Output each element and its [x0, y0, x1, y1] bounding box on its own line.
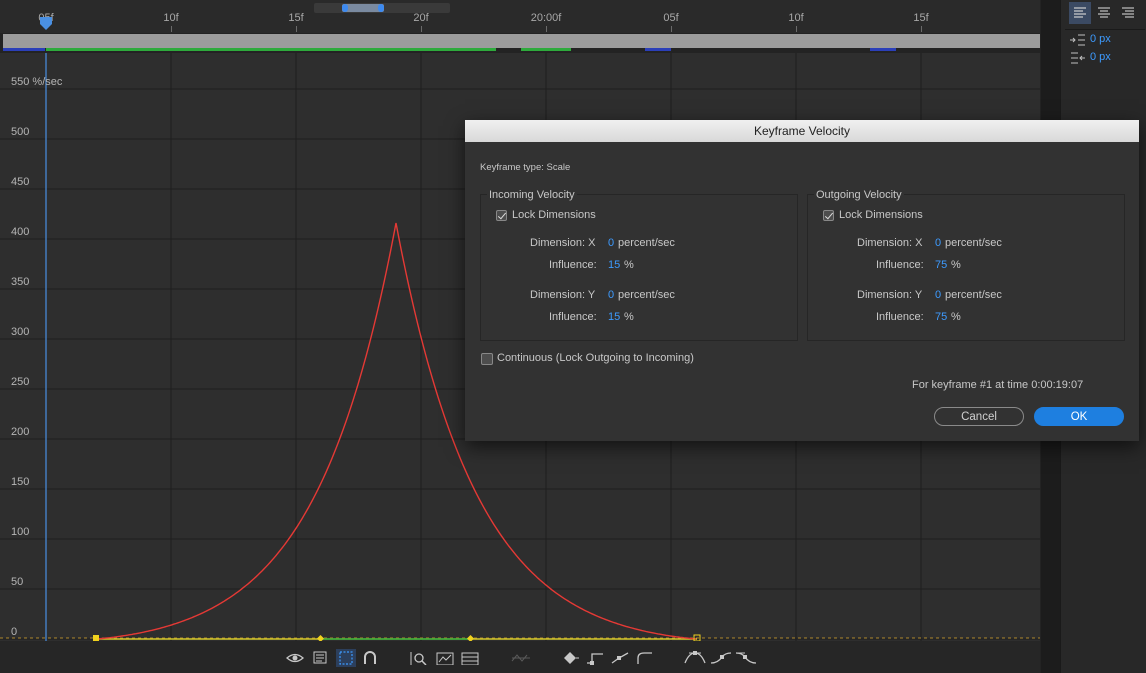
auto-bezier-icon[interactable] — [636, 651, 654, 665]
y-axis-label: 450 — [11, 176, 30, 188]
ruler-label: 10f — [788, 12, 804, 24]
ruler-label: 10f — [163, 12, 179, 24]
outgoing-velocity-title: Outgoing Velocity — [814, 189, 904, 201]
time-ruler[interactable]: 05f 10f 15f 20f 20:00f 05f 10f 15f — [0, 0, 1040, 33]
ruler-label: 20f — [413, 12, 429, 24]
y-axis-label: 250 — [11, 376, 30, 388]
outgoing-lock-dimensions-checkbox[interactable] — [823, 210, 834, 221]
ruler-tick — [171, 26, 172, 32]
outgoing-dim-x-unit: percent/sec — [945, 237, 1002, 249]
outgoing-influence-y-value[interactable]: 75 — [935, 311, 947, 323]
y-axis-label: 350 — [11, 276, 30, 288]
incoming-influence-x-unit: % — [624, 259, 634, 271]
y-axis-label: 0 — [11, 626, 18, 638]
keyframe-info: For keyframe #1 at time 0:00:19:07 — [912, 379, 1084, 391]
indent-before-value[interactable]: 0 px — [1090, 33, 1111, 45]
cancel-button[interactable]: Cancel — [934, 407, 1024, 426]
time-navigator-handle[interactable] — [342, 4, 384, 12]
y-axis-label: 100 — [11, 526, 30, 538]
outgoing-dim-y-label: Dimension: Y — [857, 289, 923, 301]
transform-box-icon[interactable] — [336, 649, 356, 667]
align-left-button[interactable] — [1069, 2, 1091, 24]
incoming-velocity-title: Incoming Velocity — [487, 189, 577, 201]
outgoing-influence-x-value[interactable]: 75 — [935, 259, 947, 271]
incoming-dim-x-value[interactable]: 0 — [608, 237, 614, 249]
lane-green — [46, 48, 496, 51]
panel-separator — [1065, 29, 1145, 30]
ruler-tick — [671, 26, 672, 32]
outgoing-influence-x-unit: % — [951, 259, 961, 271]
incoming-influence-y-unit: % — [624, 311, 634, 323]
navigator-end-handle[interactable] — [378, 4, 384, 12]
ruler-label: 05f — [663, 12, 679, 24]
hold-keyframe-icon[interactable] — [586, 651, 604, 665]
outgoing-dim-y-unit: percent/sec — [945, 289, 1002, 301]
fit-selection-icon[interactable] — [409, 651, 429, 665]
y-axis-label: 200 — [11, 426, 30, 438]
y-axis-label: 550 %/sec — [11, 76, 63, 88]
linear-keyframe-icon[interactable] — [611, 651, 629, 665]
outgoing-dim-x-value[interactable]: 0 — [935, 237, 941, 249]
easy-ease-icon[interactable] — [684, 651, 706, 665]
keyframe-velocity-dialog: Keyframe Velocity Keyframe type: Scale I… — [465, 120, 1139, 441]
incoming-dim-x-label: Dimension: X — [530, 237, 596, 249]
y-axis-label: 400 — [11, 226, 30, 238]
outgoing-influence-y-unit: % — [951, 311, 961, 323]
ease-in-icon[interactable] — [710, 651, 732, 665]
ok-button[interactable]: OK — [1034, 407, 1124, 426]
playhead-marker-icon[interactable] — [39, 16, 53, 32]
outgoing-dim-y-value[interactable]: 0 — [935, 289, 941, 301]
lane-blue — [3, 48, 45, 51]
ruler-tick — [296, 26, 297, 32]
incoming-influence-x-value[interactable]: 15 — [608, 259, 620, 271]
ruler-tick — [421, 26, 422, 32]
graph-editor-toolbar — [0, 641, 1040, 673]
ruler-label: 15f — [913, 12, 929, 24]
lane-blue — [645, 48, 671, 51]
ruler-tick — [796, 26, 797, 32]
outgoing-influence-y-label: Influence: — [876, 311, 924, 323]
keyframe-type-label: Keyframe type: Scale — [480, 162, 571, 173]
ruler-label: 15f — [288, 12, 304, 24]
y-axis-label: 500 — [11, 126, 30, 138]
eye-icon[interactable] — [286, 651, 304, 665]
y-axis-label: 150 — [11, 476, 30, 488]
zoom-fit-icon[interactable] — [461, 651, 479, 665]
indent-after-icon — [1069, 51, 1087, 65]
ruler-tick — [921, 26, 922, 32]
incoming-lock-dimensions-checkbox[interactable] — [496, 210, 507, 221]
indent-after-value[interactable]: 0 px — [1090, 51, 1111, 63]
outgoing-lock-dimensions-label[interactable]: Lock Dimensions — [839, 209, 923, 221]
continuous-label[interactable]: Continuous (Lock Outgoing to Incoming) — [497, 352, 694, 364]
outgoing-influence-x-label: Influence: — [876, 259, 924, 271]
y-axis-label: 300 — [11, 326, 30, 338]
lane-blue — [870, 48, 896, 51]
incoming-dim-x-unit: percent/sec — [618, 237, 675, 249]
snap-icon[interactable] — [362, 651, 378, 665]
incoming-influence-x-label: Influence: — [549, 259, 597, 271]
incoming-lock-dimensions-label[interactable]: Lock Dimensions — [512, 209, 596, 221]
ease-out-icon[interactable] — [735, 651, 757, 665]
ruler-tick — [546, 26, 547, 32]
navigator-start-handle[interactable] — [342, 4, 348, 12]
incoming-influence-y-label: Influence: — [549, 311, 597, 323]
keyframe-diamond-icon[interactable] — [563, 651, 579, 665]
lane-green — [521, 48, 571, 51]
indent-before-icon — [1069, 33, 1087, 47]
incoming-dim-y-value[interactable]: 0 — [608, 289, 614, 301]
incoming-dim-y-label: Dimension: Y — [530, 289, 596, 301]
align-right-button[interactable] — [1117, 2, 1139, 24]
graph-options-icon[interactable] — [313, 651, 329, 665]
incoming-dim-y-unit: percent/sec — [618, 289, 675, 301]
y-axis-label: 50 — [11, 576, 24, 588]
outgoing-dim-x-label: Dimension: X — [857, 237, 923, 249]
work-area-bar[interactable] — [3, 34, 1040, 48]
align-center-button[interactable] — [1093, 2, 1115, 24]
dialog-title[interactable]: Keyframe Velocity — [465, 120, 1139, 142]
incoming-influence-y-value[interactable]: 15 — [608, 311, 620, 323]
ruler-label: 20:00f — [530, 12, 562, 24]
fit-all-icon[interactable] — [436, 651, 454, 665]
separate-dimensions-icon[interactable] — [511, 651, 531, 665]
continuous-checkbox[interactable] — [481, 353, 493, 365]
